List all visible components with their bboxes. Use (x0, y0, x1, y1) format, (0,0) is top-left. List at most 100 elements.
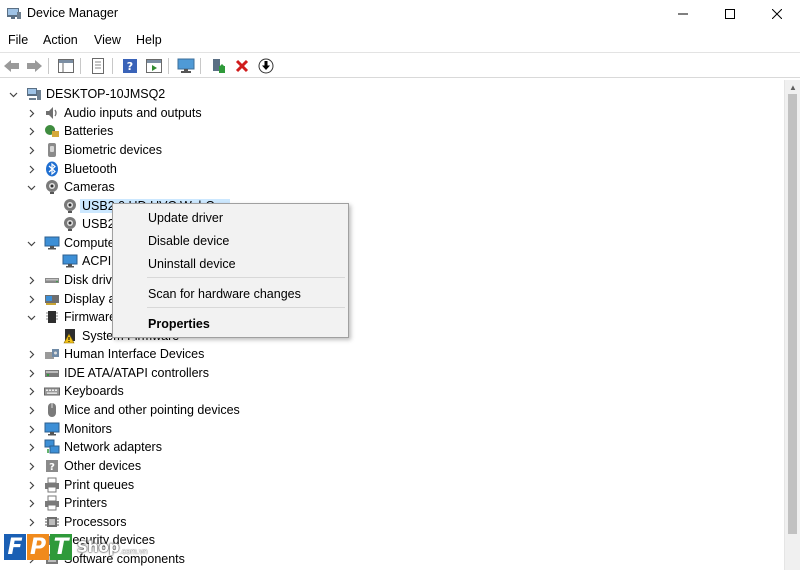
expand-chevron-icon[interactable] (26, 349, 36, 359)
tree-node-printers[interactable]: Printers (26, 494, 107, 512)
tree-node-firmware[interactable]: Firmware (26, 308, 116, 326)
tree-node-network-adapters[interactable]: Network adapters (26, 438, 162, 456)
tree-node-biometric[interactable]: Biometric devices (26, 141, 162, 159)
expand-chevron-icon[interactable] (26, 405, 36, 415)
keyboard-icon (44, 383, 60, 399)
tree-node-label: Human Interface Devices (64, 347, 205, 361)
expand-chevron-icon[interactable] (26, 164, 36, 174)
tree-node-label: Monitors (64, 422, 112, 436)
expand-chevron-icon[interactable] (26, 498, 36, 508)
tree-node-display-adapters[interactable]: Display a (26, 290, 115, 308)
tree-node-cameras[interactable]: Cameras (26, 178, 115, 196)
tree-node-computer[interactable]: Compute (26, 234, 115, 252)
vertical-scrollbar[interactable]: ▲ (784, 80, 800, 570)
run-icon[interactable] (144, 56, 164, 76)
expand-chevron-icon[interactable] (26, 461, 36, 471)
collapse-chevron-icon[interactable] (26, 182, 36, 192)
tree-leaf-webcam[interactable]: USB2 (62, 215, 115, 233)
tree-node-label: Processors (64, 515, 127, 529)
menu-help[interactable]: Help (136, 33, 162, 47)
expand-chevron-icon[interactable] (26, 294, 36, 304)
monitor-icon (44, 421, 60, 437)
watermark-letter-t: T (50, 534, 72, 560)
tree-node-label: Display a (64, 292, 116, 306)
properties-icon[interactable] (88, 56, 108, 76)
menu-item-properties[interactable]: Properties (148, 317, 210, 331)
menu-view[interactable]: View (94, 33, 121, 47)
expand-chevron-icon[interactable] (26, 145, 36, 155)
expand-chevron-icon[interactable] (26, 517, 36, 527)
menu-separator (147, 277, 345, 278)
window-title: Device Manager (27, 6, 119, 20)
menu-item-disable-device[interactable]: Disable device (148, 234, 229, 248)
menu-action[interactable]: Action (43, 33, 78, 47)
tree-node-other-devices[interactable]: ? Other devices (26, 457, 141, 475)
tree-node-ide[interactable]: IDE ATA/ATAPI controllers (26, 364, 209, 382)
menu-item-update-driver[interactable]: Update driver (148, 211, 223, 225)
expand-chevron-icon[interactable] (26, 275, 36, 285)
forward-icon[interactable] (24, 56, 44, 76)
tree-node-hid[interactable]: Human Interface Devices (26, 345, 204, 363)
menu-file[interactable]: File (8, 33, 28, 47)
disk-drive-icon (44, 272, 60, 288)
webcam-icon (44, 179, 60, 195)
download-icon[interactable] (256, 56, 276, 76)
menu-item-scan-hardware[interactable]: Scan for hardware changes (148, 287, 301, 301)
tree-node-label: Batteries (64, 124, 114, 138)
tree-node-bluetooth[interactable]: Bluetooth (26, 160, 117, 178)
tree-node-label: IDE ATA/ATAPI controllers (64, 366, 209, 380)
scrollbar-thumb[interactable] (788, 94, 797, 534)
webcam-icon (62, 198, 78, 214)
computer-icon (26, 86, 42, 102)
tree-node-batteries[interactable]: Batteries (26, 122, 113, 140)
watermark-letter-p: P (27, 534, 49, 560)
display-icon[interactable] (176, 56, 196, 76)
tree-node-label: Keyboards (64, 384, 124, 398)
menu-bar: File Action View Help (0, 30, 800, 50)
tree-root[interactable]: DESKTOP-10JMSQ2 (8, 85, 165, 103)
display-adapter-icon (44, 291, 60, 307)
collapse-chevron-icon[interactable] (8, 89, 18, 99)
tree-node-disk-drives[interactable]: Disk drive (26, 271, 119, 289)
mouse-icon (44, 402, 60, 418)
collapse-chevron-icon[interactable] (26, 312, 36, 322)
minimize-button[interactable] (660, 0, 706, 28)
update-driver-icon[interactable] (208, 56, 228, 76)
tree-node-mice[interactable]: Mice and other pointing devices (26, 401, 240, 419)
toolbar-separator (168, 58, 169, 74)
close-button[interactable] (754, 0, 800, 28)
maximize-button[interactable] (707, 0, 753, 28)
tree-node-audio[interactable]: Audio inputs and outputs (26, 104, 202, 122)
back-icon[interactable] (2, 56, 22, 76)
collapse-chevron-icon[interactable] (26, 238, 36, 248)
watermark-shop-text: Shop (77, 538, 120, 556)
help-icon[interactable]: ? (120, 56, 140, 76)
expand-chevron-icon[interactable] (26, 424, 36, 434)
monitor-icon (44, 235, 60, 251)
tree-node-label: Print queues (64, 478, 135, 492)
toolbar-separator (48, 58, 49, 74)
webcam-icon (62, 216, 78, 232)
uninstall-icon[interactable] (232, 56, 252, 76)
expand-chevron-icon[interactable] (26, 126, 36, 136)
tree-leaf-acpi[interactable]: ACPI (62, 252, 111, 270)
expand-chevron-icon[interactable] (26, 108, 36, 118)
expand-chevron-icon[interactable] (26, 368, 36, 378)
fingerprint-reader-icon (44, 142, 60, 158)
svg-text:?: ? (49, 462, 55, 473)
tree-node-monitors[interactable]: Monitors (26, 420, 112, 438)
toolbar-separator (200, 58, 201, 74)
show-hide-console-tree-icon[interactable] (56, 56, 76, 76)
unknown-device-icon: ? (44, 458, 60, 474)
expand-chevron-icon[interactable] (26, 442, 36, 452)
processor-icon (44, 514, 60, 530)
tree-node-label: Compute (64, 236, 115, 250)
tree-node-processors[interactable]: Processors (26, 513, 127, 531)
expand-chevron-icon[interactable] (26, 386, 36, 396)
menu-item-uninstall-device[interactable]: Uninstall device (148, 257, 236, 271)
scroll-up-arrow-icon[interactable]: ▲ (789, 83, 797, 92)
expand-chevron-icon[interactable] (26, 480, 36, 490)
tree-node-keyboards[interactable]: Keyboards (26, 382, 124, 400)
tree-node-label: Disk drive (64, 273, 119, 287)
tree-node-print-queues[interactable]: Print queues (26, 476, 134, 494)
